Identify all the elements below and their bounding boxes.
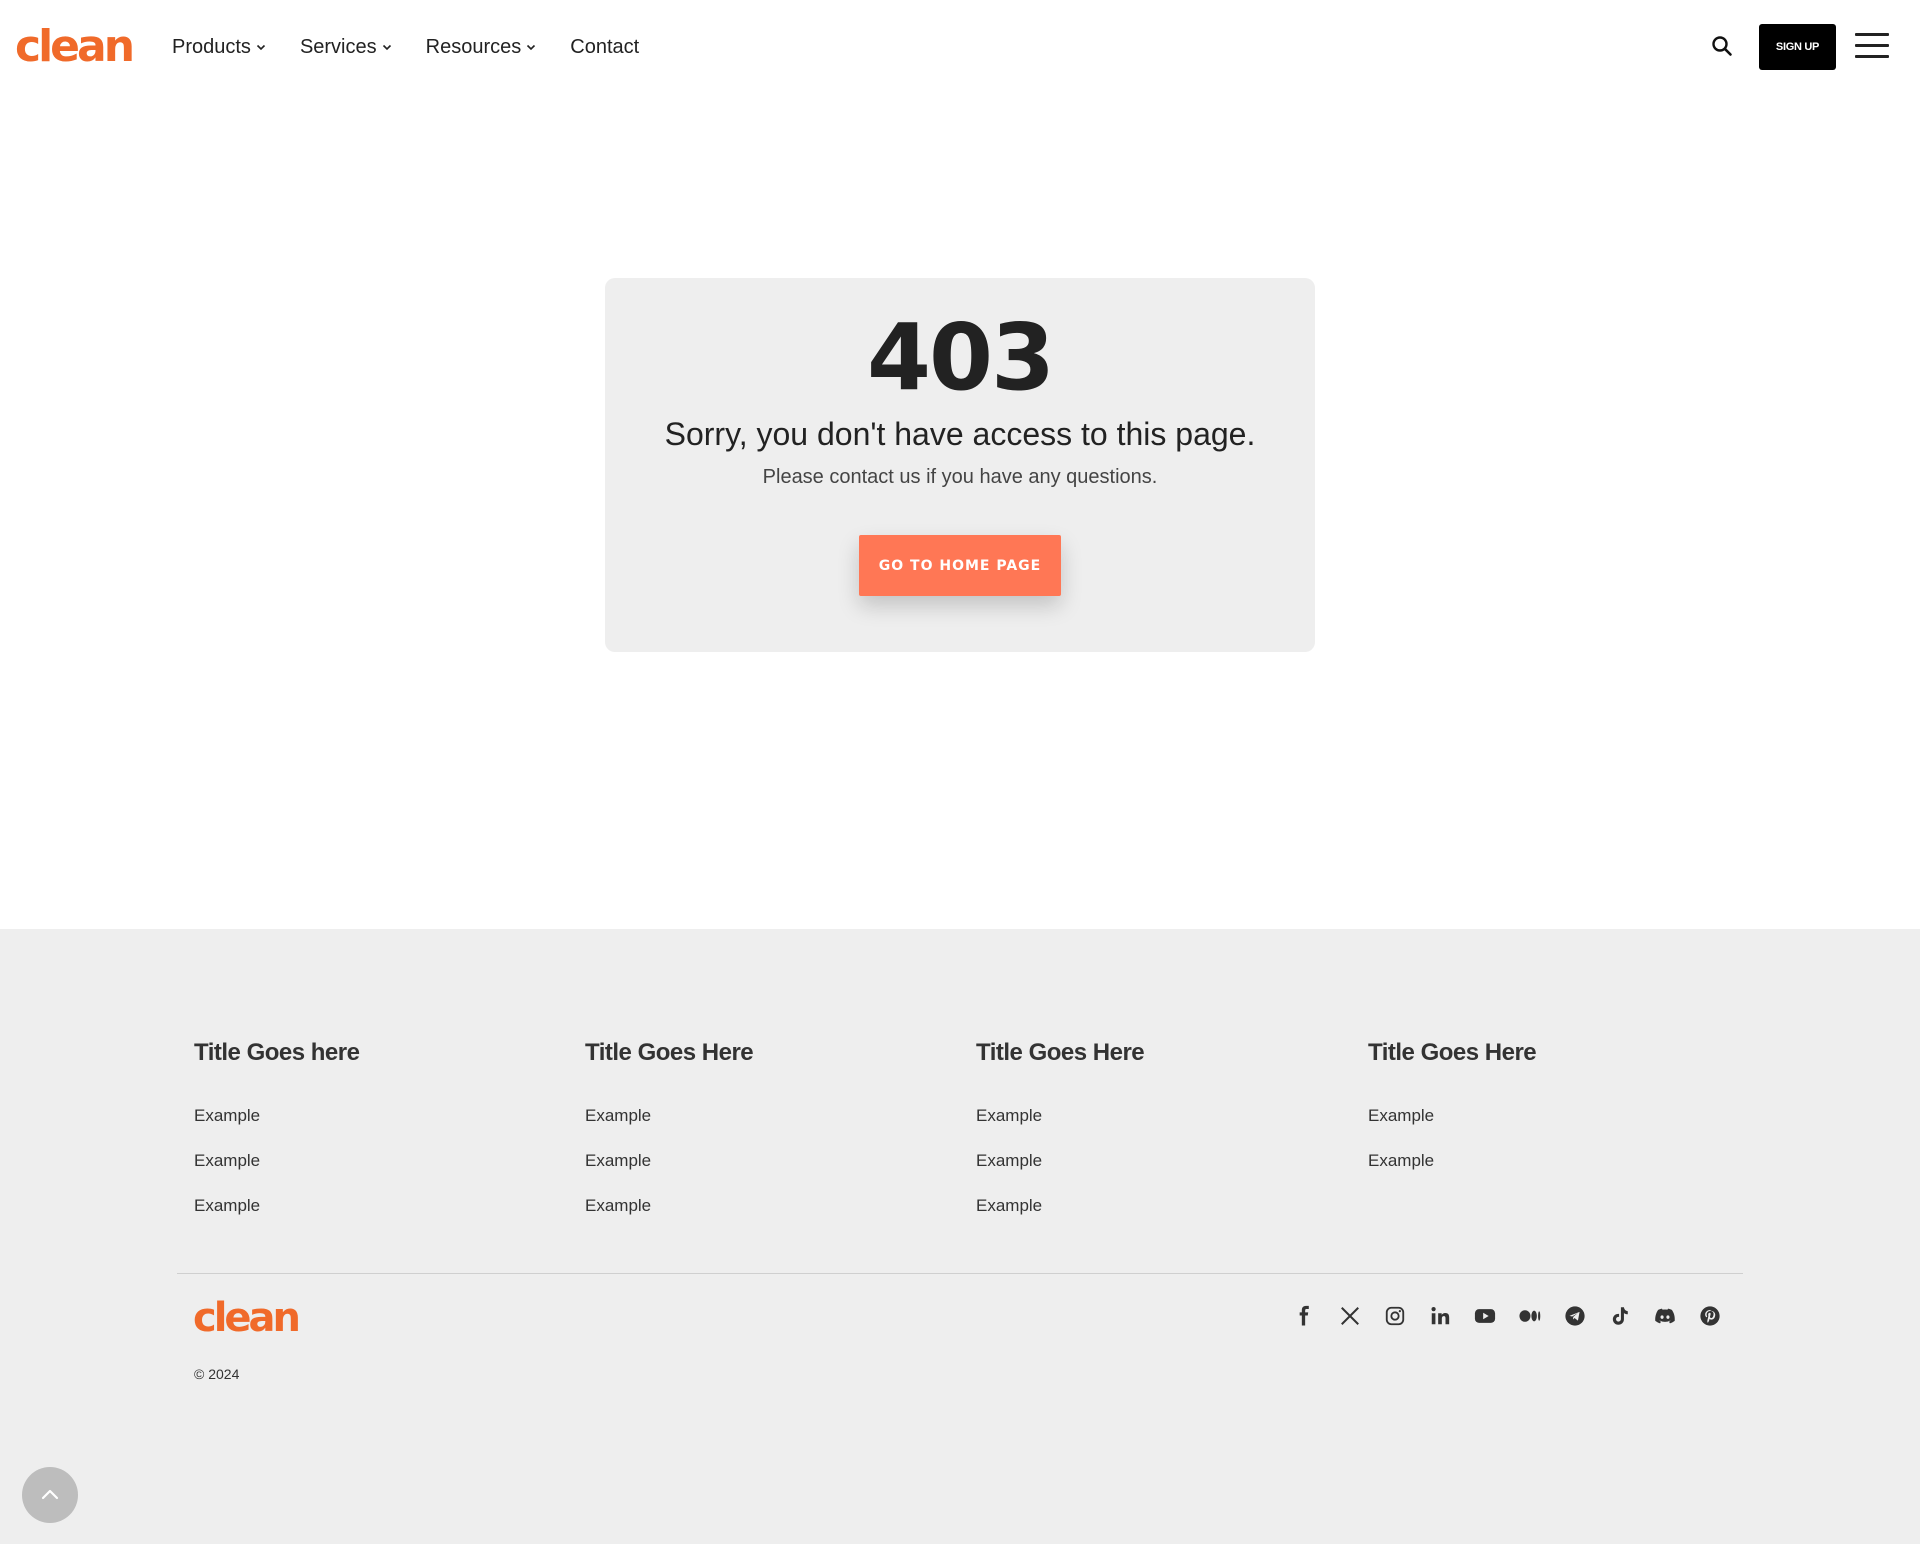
nav-item-label: Products — [172, 35, 251, 58]
footer-column-title: Title Goes Here — [976, 1039, 1145, 1066]
social-links — [1290, 1301, 1740, 1331]
footer-column-title: Title Goes Here — [585, 1039, 754, 1066]
footer-link[interactable]: Example — [194, 1150, 554, 1195]
footer-logo[interactable]: clean — [193, 1295, 301, 1341]
chevron-down-icon — [382, 44, 391, 51]
footer-column: Title Goes Here Example Example Example — [976, 1039, 1336, 1240]
signup-button[interactable]: SIGN UP — [1759, 24, 1836, 70]
footer-link[interactable]: Example — [585, 1105, 945, 1150]
footer-column: Title Goes Here Example Example — [1368, 1039, 1728, 1195]
telegram-icon[interactable] — [1560, 1301, 1590, 1331]
error-card: 403 Sorry, you don't have access to this… — [605, 278, 1315, 652]
footer-link[interactable]: Example — [585, 1195, 945, 1240]
logo[interactable]: clean — [15, 22, 135, 72]
footer-column-title: Title Goes here — [194, 1039, 360, 1066]
linkedin-icon[interactable] — [1425, 1301, 1455, 1331]
footer-column: Title Goes Here Example Example Example — [585, 1039, 945, 1240]
footer-link[interactable]: Example — [976, 1195, 1336, 1240]
footer-link[interactable]: Example — [976, 1150, 1336, 1195]
site-footer: Title Goes here Example Example Example … — [0, 929, 1920, 1544]
nav-item-services[interactable]: Services — [300, 36, 393, 59]
youtube-icon[interactable] — [1470, 1301, 1500, 1331]
back-to-top-button[interactable] — [22, 1467, 78, 1523]
footer-link[interactable]: Example — [1368, 1105, 1728, 1150]
nav-item-label: Services — [299, 35, 377, 58]
medium-icon[interactable] — [1515, 1301, 1545, 1331]
nav-item-products[interactable]: Products — [172, 36, 267, 59]
footer-divider — [177, 1273, 1743, 1274]
footer-link[interactable]: Example — [194, 1195, 554, 1240]
footer-column: Title Goes here Example Example Example — [194, 1039, 554, 1240]
chevron-down-icon — [527, 44, 536, 51]
x-icon[interactable] — [1335, 1301, 1365, 1331]
footer-link[interactable]: Example — [585, 1150, 945, 1195]
discord-icon[interactable] — [1650, 1301, 1680, 1331]
main-nav: Products Services Resources Contact — [172, 30, 672, 64]
error-code: 403 — [866, 304, 1055, 411]
go-to-home-page-button[interactable]: GO TO HOME PAGE — [859, 535, 1061, 596]
chevron-down-icon — [256, 44, 266, 51]
copyright: © 2024 — [194, 1366, 240, 1382]
nav-item-label: Contact — [570, 35, 640, 58]
instagram-icon[interactable] — [1380, 1301, 1410, 1331]
search-icon[interactable] — [1710, 34, 1734, 58]
nav-item-resources[interactable]: Resources — [426, 36, 538, 59]
nav-item-contact[interactable]: Contact — [570, 36, 639, 59]
footer-link[interactable]: Example — [1368, 1150, 1728, 1195]
hamburger-icon[interactable] — [1855, 33, 1889, 61]
footer-link[interactable]: Example — [194, 1105, 554, 1150]
nav-item-label: Resources — [425, 35, 522, 58]
error-message: Sorry, you don't have access to this pag… — [664, 416, 1256, 452]
footer-link[interactable]: Example — [976, 1105, 1336, 1150]
facebook-icon[interactable] — [1290, 1301, 1320, 1331]
chevron-up-icon — [41, 1489, 59, 1500]
site-header: clean Products Services Resources Contac… — [0, 0, 1920, 94]
tiktok-icon[interactable] — [1605, 1301, 1635, 1331]
pinterest-icon[interactable] — [1695, 1301, 1725, 1331]
footer-column-title: Title Goes Here — [1368, 1039, 1537, 1066]
error-subtext: Please contact us if you have any questi… — [762, 466, 1158, 488]
